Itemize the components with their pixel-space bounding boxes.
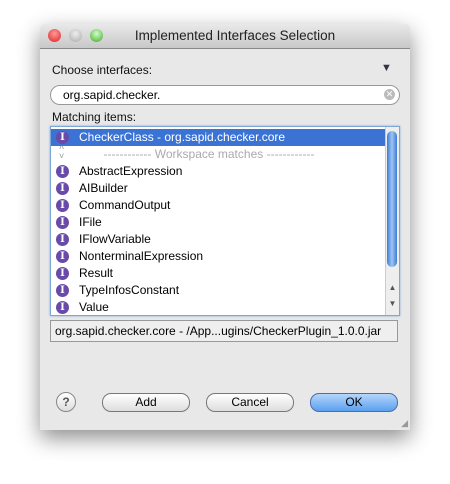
window-title: Implemented Interfaces Selection (134, 28, 336, 43)
item-label: NonterminalExpression (79, 249, 204, 263)
list-item[interactable]: I Result (51, 265, 386, 282)
list-item[interactable]: I Value (51, 299, 386, 315)
matching-label: Matching items: (52, 110, 137, 124)
interface-icon: I (56, 131, 69, 144)
interface-icon: I (56, 267, 69, 280)
scroll-up-arrow-icon[interactable]: ▲ (386, 283, 399, 292)
interface-icon: I (56, 216, 69, 229)
interface-icon: I (56, 250, 69, 263)
item-label: Value (79, 300, 109, 314)
list-item[interactable]: I CheckerClass - org.sapid.checker.core (51, 129, 386, 146)
cancel-button[interactable]: Cancel (206, 393, 294, 412)
status-field: org.sapid.checker.core - /App...ugins/Ch… (50, 320, 398, 342)
list-separator: ˄ ˅ ------------ Workspace matches -------… (51, 143, 386, 163)
list-item[interactable]: I AIBuilder (51, 180, 386, 197)
interface-icon: I (56, 182, 69, 195)
separator-label: ------------ Workspace matches ---------… (103, 147, 315, 161)
title-bar[interactable]: Implemented Interfaces Selection (40, 24, 410, 49)
list-item[interactable]: I IFlowVariable (51, 231, 386, 248)
search-input[interactable]: org.sapid.checker. ✕ (50, 85, 400, 105)
clear-search-icon[interactable]: ✕ (384, 89, 395, 100)
item-label: CheckerClass - org.sapid.checker.core (79, 130, 286, 144)
interface-icon: I (56, 199, 69, 212)
scroll-down-arrow-icon[interactable]: ▼ (386, 299, 399, 308)
resize-grip-icon[interactable]: ◢ (401, 418, 408, 429)
interface-icon: I (56, 284, 69, 297)
interface-icon: I (56, 301, 69, 314)
scrollbar-thumb[interactable] (387, 131, 397, 267)
item-label: IFile (79, 215, 102, 229)
item-label: Result (79, 266, 114, 280)
item-label: TypeInfosConstant (79, 283, 180, 297)
matching-items-list[interactable]: I Value I TypeInfosConstant I Result I Nontermi… (50, 126, 400, 316)
list-item[interactable]: I IFile (51, 214, 386, 231)
item-label: AIBuilder (79, 181, 128, 195)
choose-label: Choose interfaces: (52, 63, 153, 77)
list-item[interactable]: I NonterminalExpression (51, 248, 386, 265)
ok-button[interactable]: OK (310, 393, 398, 412)
status-text: org.sapid.checker.core - /App...ugins/Ch… (55, 324, 382, 338)
search-value: org.sapid.checker. (63, 88, 161, 102)
list-item[interactable]: I AbstractExpression (51, 163, 386, 180)
list-item[interactable]: I CommandOutput (51, 197, 386, 214)
interface-icon: I (56, 233, 69, 246)
item-label: AbstractExpression (79, 164, 183, 178)
interface-icon: I (56, 165, 69, 178)
item-label: CommandOutput (79, 198, 171, 212)
dialog-window: Implemented Interfaces Selection Choose … (40, 24, 410, 430)
list-item[interactable]: I TypeInfosConstant (51, 282, 386, 299)
item-label: IFlowVariable (79, 232, 151, 246)
triangle-down-icon[interactable]: ▼ (381, 62, 392, 74)
add-button[interactable]: Add (102, 393, 190, 412)
scrollbar[interactable]: ▲ ▼ (385, 127, 399, 315)
help-button[interactable]: ? (56, 392, 76, 412)
